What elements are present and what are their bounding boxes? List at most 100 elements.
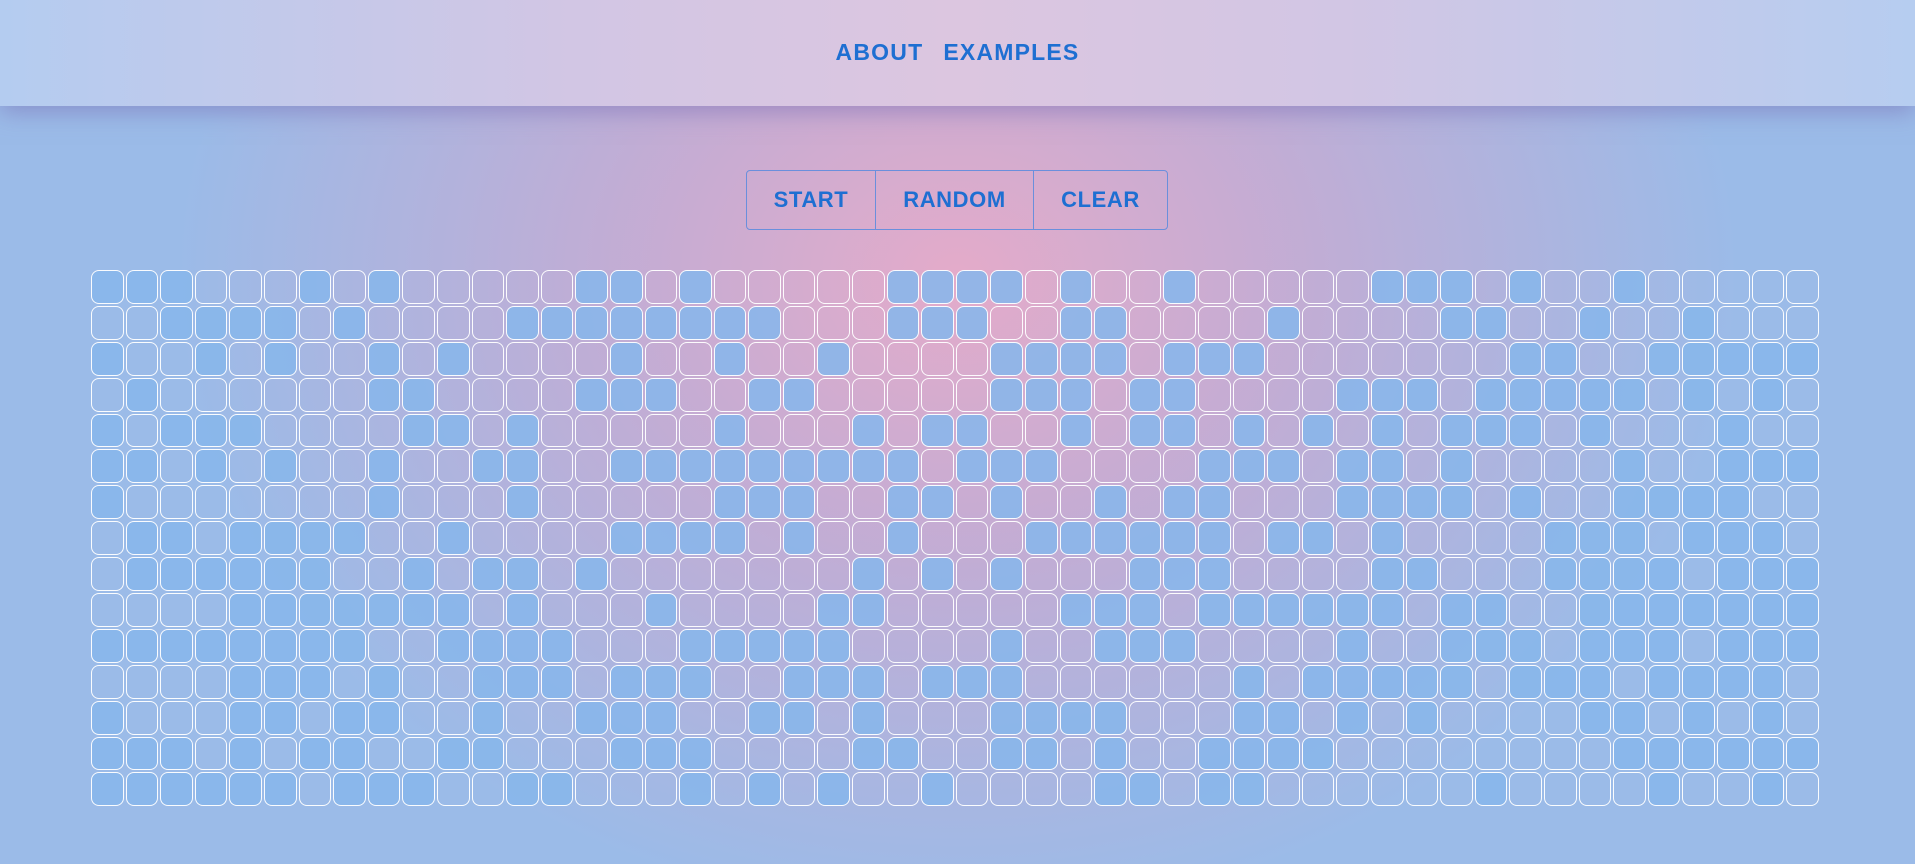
random-button[interactable]: RANDOM — [876, 171, 1034, 229]
grid-cell[interactable] — [1716, 700, 1750, 735]
grid-cell[interactable] — [1059, 413, 1093, 448]
grid-cell[interactable] — [1336, 593, 1369, 627]
grid-cell[interactable] — [817, 736, 851, 771]
grid-cell[interactable] — [1543, 270, 1577, 304]
grid-cell[interactable] — [1543, 449, 1577, 484]
grid-cell[interactable] — [298, 413, 332, 448]
grid-cell[interactable] — [990, 628, 1024, 663]
grid-cell[interactable] — [1025, 593, 1058, 627]
grid-cell[interactable] — [298, 521, 332, 556]
grid-cell[interactable] — [1163, 341, 1196, 376]
grid-cell[interactable] — [402, 341, 435, 376]
grid-cell[interactable] — [194, 700, 228, 735]
grid-cell[interactable] — [1751, 593, 1785, 627]
grid-cell[interactable] — [921, 485, 954, 520]
grid-cell[interactable] — [229, 593, 262, 627]
grid-cell[interactable] — [852, 593, 885, 627]
grid-cell[interactable] — [1613, 341, 1646, 376]
grid-cell[interactable] — [1301, 270, 1335, 304]
grid-cell[interactable] — [367, 628, 401, 663]
grid-cell[interactable] — [1509, 593, 1542, 627]
grid-cell[interactable] — [160, 593, 193, 627]
grid-cell[interactable] — [1163, 628, 1196, 663]
grid-cell[interactable] — [1128, 628, 1162, 663]
grid-cell[interactable] — [402, 557, 435, 592]
grid-cell[interactable] — [1025, 377, 1058, 412]
grid-cell[interactable] — [194, 485, 228, 520]
grid-cell[interactable] — [817, 377, 851, 412]
grid-cell[interactable] — [1474, 628, 1508, 663]
grid-cell[interactable] — [1198, 485, 1231, 520]
grid-cell[interactable] — [990, 341, 1024, 376]
grid-cell[interactable] — [1059, 270, 1093, 304]
grid-cell[interactable] — [1267, 377, 1300, 412]
grid-cell[interactable] — [1025, 449, 1058, 484]
grid-cell[interactable] — [229, 628, 262, 663]
grid-cell[interactable] — [1682, 772, 1715, 807]
grid-cell[interactable] — [713, 736, 747, 771]
grid-cell[interactable] — [817, 700, 851, 735]
grid-cell[interactable] — [679, 664, 712, 699]
grid-cell[interactable] — [852, 700, 885, 735]
grid-cell[interactable] — [1301, 341, 1335, 376]
grid-cell[interactable] — [1198, 449, 1231, 484]
grid-cell[interactable] — [817, 449, 851, 484]
grid-cell[interactable] — [1405, 593, 1439, 627]
grid-cell[interactable] — [782, 377, 816, 412]
grid-cell[interactable] — [1370, 305, 1404, 340]
grid-cell[interactable] — [679, 521, 712, 556]
grid-cell[interactable] — [1613, 593, 1646, 627]
grid-cell[interactable] — [955, 521, 989, 556]
grid-cell[interactable] — [1578, 305, 1612, 340]
grid-cell[interactable] — [1716, 736, 1750, 771]
grid-cell[interactable] — [1786, 485, 1819, 520]
grid-cell[interactable] — [506, 341, 539, 376]
grid-cell[interactable] — [1751, 485, 1785, 520]
grid-cell[interactable] — [955, 341, 989, 376]
grid-cell[interactable] — [160, 341, 193, 376]
grid-cell[interactable] — [1232, 485, 1266, 520]
grid-cell[interactable] — [1128, 772, 1162, 807]
grid-cell[interactable] — [955, 557, 989, 592]
grid-cell[interactable] — [1509, 341, 1542, 376]
grid-cell[interactable] — [1613, 449, 1646, 484]
grid-cell[interactable] — [471, 485, 505, 520]
grid-cell[interactable] — [333, 485, 366, 520]
grid-cell[interactable] — [1025, 305, 1058, 340]
grid-cell[interactable] — [1440, 413, 1473, 448]
grid-cell[interactable] — [921, 413, 954, 448]
grid-cell[interactable] — [298, 377, 332, 412]
grid-cell[interactable] — [1509, 485, 1542, 520]
grid-cell[interactable] — [1509, 377, 1542, 412]
grid-cell[interactable] — [1405, 377, 1439, 412]
grid-cell[interactable] — [1613, 485, 1646, 520]
grid-cell[interactable] — [1198, 305, 1231, 340]
grid-cell[interactable] — [1128, 341, 1162, 376]
grid-cell[interactable] — [367, 557, 401, 592]
grid-cell[interactable] — [1647, 557, 1681, 592]
grid-cell[interactable] — [402, 664, 435, 699]
grid-cell[interactable] — [713, 341, 747, 376]
grid-cell[interactable] — [1647, 449, 1681, 484]
grid-cell[interactable] — [1578, 772, 1612, 807]
grid-cell[interactable] — [367, 736, 401, 771]
grid-cell[interactable] — [263, 305, 297, 340]
grid-cell[interactable] — [1025, 772, 1058, 807]
grid-cell[interactable] — [921, 449, 954, 484]
grid-cell[interactable] — [506, 485, 539, 520]
grid-cell[interactable] — [1301, 413, 1335, 448]
grid-cell[interactable] — [1647, 521, 1681, 556]
grid-cell[interactable] — [644, 377, 678, 412]
grid-cell[interactable] — [1370, 557, 1404, 592]
grid-cell[interactable] — [194, 341, 228, 376]
grid-cell[interactable] — [1336, 700, 1369, 735]
grid-cell[interactable] — [1474, 736, 1508, 771]
grid-cell[interactable] — [1543, 377, 1577, 412]
grid-cell[interactable] — [1474, 664, 1508, 699]
grid-cell[interactable] — [194, 270, 228, 304]
grid-cell[interactable] — [886, 305, 920, 340]
grid-cell[interactable] — [1232, 628, 1266, 663]
grid-cell[interactable] — [575, 593, 608, 627]
grid-cell[interactable] — [298, 628, 332, 663]
grid-cell[interactable] — [1647, 377, 1681, 412]
